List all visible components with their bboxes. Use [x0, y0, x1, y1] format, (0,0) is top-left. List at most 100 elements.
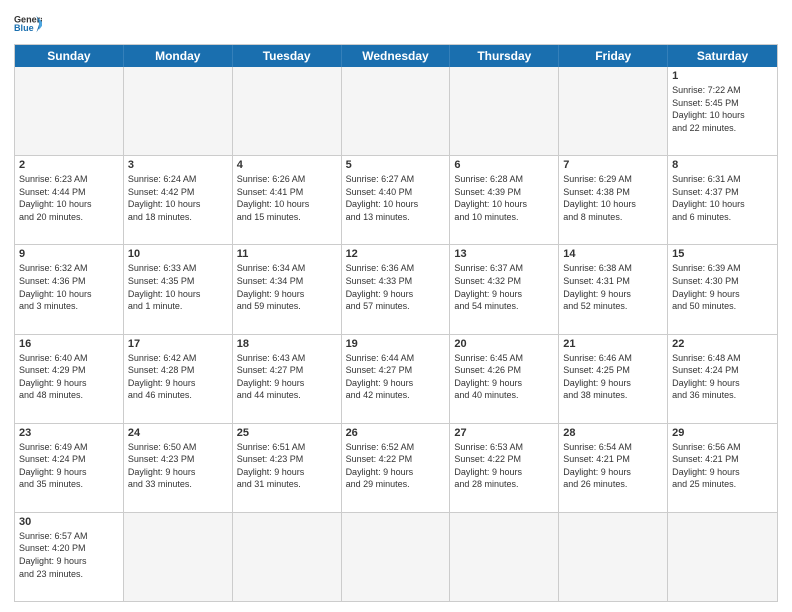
- day-cell: [233, 67, 342, 155]
- day-number: 10: [128, 248, 228, 260]
- day-cell: [559, 67, 668, 155]
- day-cell: 30Sunrise: 6:57 AM Sunset: 4:20 PM Dayli…: [15, 513, 124, 601]
- day-cell: 3Sunrise: 6:24 AM Sunset: 4:42 PM Daylig…: [124, 156, 233, 244]
- day-number: 11: [237, 248, 337, 260]
- day-info: Sunrise: 6:39 AM Sunset: 4:30 PM Dayligh…: [672, 262, 773, 312]
- day-number: 6: [454, 159, 554, 171]
- day-number: 29: [672, 427, 773, 439]
- calendar: SundayMondayTuesdayWednesdayThursdayFrid…: [14, 44, 778, 602]
- day-info: Sunrise: 6:23 AM Sunset: 4:44 PM Dayligh…: [19, 173, 119, 223]
- day-cell: [668, 513, 777, 601]
- day-info: Sunrise: 6:32 AM Sunset: 4:36 PM Dayligh…: [19, 262, 119, 312]
- day-number: 14: [563, 248, 663, 260]
- day-header-wednesday: Wednesday: [342, 45, 451, 67]
- day-number: 7: [563, 159, 663, 171]
- day-headers: SundayMondayTuesdayWednesdayThursdayFrid…: [15, 45, 777, 67]
- day-number: 1: [672, 70, 773, 82]
- week-row-1: 1 Sunrise: 7:22 AM Sunset: 5:45 PM Daylig…: [15, 67, 777, 156]
- day-info: Sunrise: 6:45 AM Sunset: 4:26 PM Dayligh…: [454, 352, 554, 402]
- week-row-5: 23Sunrise: 6:49 AM Sunset: 4:24 PM Dayli…: [15, 424, 777, 513]
- day-number: 2: [19, 159, 119, 171]
- day-number: 28: [563, 427, 663, 439]
- day-info: Sunrise: 6:43 AM Sunset: 4:27 PM Dayligh…: [237, 352, 337, 402]
- day-number: 15: [672, 248, 773, 260]
- day-info: Sunrise: 6:31 AM Sunset: 4:37 PM Dayligh…: [672, 173, 773, 223]
- day-cell: 5 Sunrise: 6:27 AM Sunset: 4:40 PM Daylig…: [342, 156, 451, 244]
- day-cell: 18 Sunrise: 6:43 AM Sunset: 4:27 PM Dayli…: [233, 335, 342, 423]
- day-number: 8: [672, 159, 773, 171]
- day-cell: 6Sunrise: 6:28 AM Sunset: 4:39 PM Daylig…: [450, 156, 559, 244]
- day-cell: 23Sunrise: 6:49 AM Sunset: 4:24 PM Dayli…: [15, 424, 124, 512]
- day-info: Sunrise: 7:22 AM Sunset: 5:45 PM Dayligh…: [672, 84, 773, 134]
- day-cell: 21Sunrise: 6:46 AM Sunset: 4:25 PM Dayli…: [559, 335, 668, 423]
- day-cell: 16 Sunrise: 6:40 AM Sunset: 4:29 PM Dayli…: [15, 335, 124, 423]
- page-header: General Blue: [14, 10, 778, 38]
- day-cell: [124, 67, 233, 155]
- day-cell: 10 Sunrise: 6:33 AM Sunset: 4:35 PM Dayli…: [124, 245, 233, 333]
- day-info: Sunrise: 6:40 AM Sunset: 4:29 PM Dayligh…: [19, 352, 119, 402]
- day-info: Sunrise: 6:24 AM Sunset: 4:42 PM Dayligh…: [128, 173, 228, 223]
- day-number: 5: [346, 159, 446, 171]
- day-number: 18: [237, 338, 337, 350]
- logo: General Blue: [14, 10, 42, 38]
- day-info: Sunrise: 6:54 AM Sunset: 4:21 PM Dayligh…: [563, 441, 663, 491]
- day-cell: 15 Sunrise: 6:39 AM Sunset: 4:30 PM Dayli…: [668, 245, 777, 333]
- week-row-6: 30Sunrise: 6:57 AM Sunset: 4:20 PM Dayli…: [15, 513, 777, 601]
- day-info: Sunrise: 6:29 AM Sunset: 4:38 PM Dayligh…: [563, 173, 663, 223]
- day-info: Sunrise: 6:38 AM Sunset: 4:31 PM Dayligh…: [563, 262, 663, 312]
- day-number: 21: [563, 338, 663, 350]
- day-cell: [15, 67, 124, 155]
- day-info: Sunrise: 6:51 AM Sunset: 4:23 PM Dayligh…: [237, 441, 337, 491]
- day-number: 24: [128, 427, 228, 439]
- day-cell: 24 Sunrise: 6:50 AM Sunset: 4:23 PM Dayli…: [124, 424, 233, 512]
- day-number: 13: [454, 248, 554, 260]
- day-info: Sunrise: 6:37 AM Sunset: 4:32 PM Dayligh…: [454, 262, 554, 312]
- day-info: Sunrise: 6:44 AM Sunset: 4:27 PM Dayligh…: [346, 352, 446, 402]
- day-info: Sunrise: 6:34 AM Sunset: 4:34 PM Dayligh…: [237, 262, 337, 312]
- day-cell: [450, 513, 559, 601]
- day-cell: 11 Sunrise: 6:34 AM Sunset: 4:34 PM Dayli…: [233, 245, 342, 333]
- day-info: Sunrise: 6:48 AM Sunset: 4:24 PM Dayligh…: [672, 352, 773, 402]
- day-info: Sunrise: 6:53 AM Sunset: 4:22 PM Dayligh…: [454, 441, 554, 491]
- day-number: 22: [672, 338, 773, 350]
- day-number: 19: [346, 338, 446, 350]
- day-cell: 9Sunrise: 6:32 AM Sunset: 4:36 PM Daylig…: [15, 245, 124, 333]
- day-number: 16: [19, 338, 119, 350]
- day-header-thursday: Thursday: [450, 45, 559, 67]
- day-cell: [233, 513, 342, 601]
- day-cell: 28 Sunrise: 6:54 AM Sunset: 4:21 PM Dayli…: [559, 424, 668, 512]
- day-cell: 20 Sunrise: 6:45 AM Sunset: 4:26 PM Dayli…: [450, 335, 559, 423]
- day-cell: [559, 513, 668, 601]
- day-info: Sunrise: 6:27 AM Sunset: 4:40 PM Dayligh…: [346, 173, 446, 223]
- day-cell: 7 Sunrise: 6:29 AM Sunset: 4:38 PM Daylig…: [559, 156, 668, 244]
- day-number: 20: [454, 338, 554, 350]
- day-info: Sunrise: 6:49 AM Sunset: 4:24 PM Dayligh…: [19, 441, 119, 491]
- day-cell: 19 Sunrise: 6:44 AM Sunset: 4:27 PM Dayli…: [342, 335, 451, 423]
- day-number: 17: [128, 338, 228, 350]
- logo-icon: General Blue: [14, 10, 42, 38]
- day-number: 12: [346, 248, 446, 260]
- day-info: Sunrise: 6:33 AM Sunset: 4:35 PM Dayligh…: [128, 262, 228, 312]
- day-info: Sunrise: 6:26 AM Sunset: 4:41 PM Dayligh…: [237, 173, 337, 223]
- day-header-friday: Friday: [559, 45, 668, 67]
- day-cell: 25 Sunrise: 6:51 AM Sunset: 4:23 PM Dayli…: [233, 424, 342, 512]
- day-info: Sunrise: 6:57 AM Sunset: 4:20 PM Dayligh…: [19, 530, 119, 580]
- week-row-3: 9Sunrise: 6:32 AM Sunset: 4:36 PM Daylig…: [15, 245, 777, 334]
- day-cell: 22 Sunrise: 6:48 AM Sunset: 4:24 PM Dayli…: [668, 335, 777, 423]
- week-row-2: 2 Sunrise: 6:23 AM Sunset: 4:44 PM Daylig…: [15, 156, 777, 245]
- day-info: Sunrise: 6:42 AM Sunset: 4:28 PM Dayligh…: [128, 352, 228, 402]
- day-info: Sunrise: 6:36 AM Sunset: 4:33 PM Dayligh…: [346, 262, 446, 312]
- day-info: Sunrise: 6:50 AM Sunset: 4:23 PM Dayligh…: [128, 441, 228, 491]
- day-header-monday: Monday: [124, 45, 233, 67]
- day-cell: 17 Sunrise: 6:42 AM Sunset: 4:28 PM Dayli…: [124, 335, 233, 423]
- day-number: 25: [237, 427, 337, 439]
- day-cell: 29Sunrise: 6:56 AM Sunset: 4:21 PM Dayli…: [668, 424, 777, 512]
- day-cell: [342, 67, 451, 155]
- day-cell: 27Sunrise: 6:53 AM Sunset: 4:22 PM Dayli…: [450, 424, 559, 512]
- day-cell: [450, 67, 559, 155]
- day-header-saturday: Saturday: [668, 45, 777, 67]
- week-row-4: 16 Sunrise: 6:40 AM Sunset: 4:29 PM Dayli…: [15, 335, 777, 424]
- day-cell: [342, 513, 451, 601]
- day-number: 4: [237, 159, 337, 171]
- day-cell: 2 Sunrise: 6:23 AM Sunset: 4:44 PM Daylig…: [15, 156, 124, 244]
